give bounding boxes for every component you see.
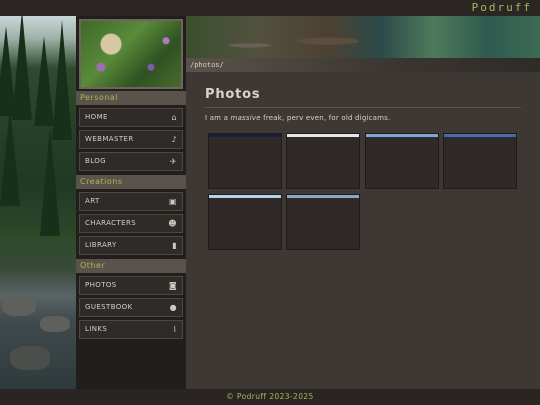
thumbnail-strip — [287, 134, 359, 137]
main-content: Photos I am a massive freak, perv even, … — [186, 72, 540, 389]
forest-background-image — [0, 16, 76, 389]
photo-thumbnail[interactable] — [365, 133, 439, 189]
thumbnail-strip — [366, 134, 438, 137]
photo-thumbnail[interactable] — [208, 194, 282, 250]
users-icon: ☻ — [168, 219, 177, 228]
nav-item-label: PHOTOS — [85, 281, 117, 289]
nav-item-label: WEBMASTER — [85, 135, 134, 143]
photo-thumbnail[interactable] — [208, 133, 282, 189]
section-heading-other: Other — [76, 259, 186, 273]
top-bar: Podruff — [0, 0, 540, 16]
intro-suffix: freak, perv even, for old digicams. — [260, 114, 391, 122]
bell-icon: ♪ — [171, 135, 177, 144]
photo-thumbnail[interactable] — [286, 194, 360, 250]
nav-item-label: ART — [85, 197, 100, 205]
site-title[interactable]: Podruff — [472, 1, 532, 14]
section-heading-creations: Creations — [76, 175, 186, 189]
paperclip-icon: ⌇ — [172, 325, 177, 334]
thumbnail-strip — [209, 134, 281, 137]
nav-item-webmaster[interactable]: WEBMASTER ♪ — [79, 130, 183, 149]
nav-item-label: LIBRARY — [85, 241, 117, 249]
thumbnail-strip — [287, 195, 359, 198]
breadcrumb: /photos/ — [186, 58, 540, 72]
sidebar: Personal HOME ⌂ WEBMASTER ♪ BLOG ✈ Creat… — [76, 16, 186, 389]
plane-icon: ✈ — [169, 157, 177, 166]
nav-item-guestbook[interactable]: GUESTBOOK ● — [79, 298, 183, 317]
image-icon: ▣ — [169, 197, 177, 206]
nav-item-blog[interactable]: BLOG ✈ — [79, 152, 183, 171]
divider — [205, 107, 521, 108]
intro-prefix: I am a — [205, 114, 231, 122]
nav-item-photos[interactable]: PHOTOS ◙ — [79, 276, 183, 295]
nav-item-home[interactable]: HOME ⌂ — [79, 108, 183, 127]
nav-item-characters[interactable]: CHARACTERS ☻ — [79, 214, 183, 233]
nav-item-label: BLOG — [85, 157, 106, 165]
nav-item-links[interactable]: LINKS ⌇ — [79, 320, 183, 339]
header-banner-image — [186, 16, 540, 58]
avatar — [79, 19, 183, 89]
thumbnail-strip — [444, 134, 516, 137]
photo-thumbnail[interactable] — [286, 133, 360, 189]
section-heading-personal: Personal — [76, 91, 186, 105]
nav-item-label: GUESTBOOK — [85, 303, 133, 311]
nav-item-label: LINKS — [85, 325, 108, 333]
camera-icon: ◙ — [168, 281, 177, 290]
photo-thumbnail[interactable] — [443, 133, 517, 189]
nav-item-library[interactable]: LIBRARY ▮ — [79, 236, 183, 255]
book-icon: ▮ — [172, 241, 177, 250]
footer: © Podruff 2023-2025 — [0, 389, 540, 405]
thumbnail-strip — [209, 195, 281, 198]
page-title: Photos — [205, 87, 261, 102]
nav-item-label: CHARACTERS — [85, 219, 137, 227]
intro-emphasis: massive — [230, 114, 261, 122]
intro-text: I am a massive freak, perv even, for old… — [205, 114, 390, 122]
chat-icon: ● — [169, 303, 177, 312]
nav-item-label: HOME — [85, 113, 108, 121]
home-icon: ⌂ — [171, 113, 177, 122]
nav-item-art[interactable]: ART ▣ — [79, 192, 183, 211]
